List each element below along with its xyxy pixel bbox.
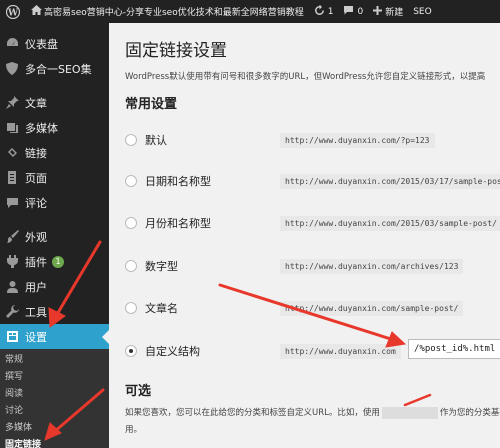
- main-content: 固定链接设置 WordPress默认使用带有问号和很多数字的URL，但WordP…: [109, 23, 500, 448]
- sidebar-item-aioseo[interactable]: 多合一SEO集: [0, 56, 109, 81]
- permalink-option-post-name[interactable]: 文章名 http://www.duyanxin.com/sample-post/: [125, 298, 500, 318]
- sidebar-item-label: 仪表盘: [25, 37, 58, 51]
- submenu-reading[interactable]: 阅读: [0, 386, 109, 403]
- radio-button[interactable]: [125, 175, 137, 187]
- option-example-url: http://www.duyanxin.com: [280, 343, 401, 359]
- option-label: 日期和名称型: [145, 175, 211, 188]
- sidebar-item-label: 多媒体: [25, 121, 58, 135]
- radio-button[interactable]: [125, 217, 137, 229]
- shield-icon: [4, 61, 20, 77]
- plus-icon: [373, 5, 383, 18]
- refresh-icon: [314, 4, 325, 19]
- link-icon: [4, 145, 20, 161]
- brush-icon: [4, 229, 20, 245]
- site-name: 高密易seo营销中心-分享专业seo优化技术和最新全网络营销教程: [44, 8, 304, 18]
- option-example-url: http://www.duyanxin.com/?p=123: [280, 132, 435, 148]
- plugin-icon: [4, 254, 20, 270]
- sidebar-item-label: 外观: [25, 230, 47, 244]
- admin-sidebar: 仪表盘 多合一SEO集 文章 多媒体 链接 页面 评论 外观 插件 1 用户 工: [0, 23, 109, 448]
- comments-count: 0: [357, 6, 364, 17]
- option-label: 数字型: [145, 260, 178, 273]
- optional-desc-part: 如果您喜欢，您可以在此给您的分类和标签自定义URL。比如，使用: [125, 408, 380, 418]
- settings-submenu: 常规 撰写 阅读 讨论 多媒体 固定链接: [0, 349, 109, 448]
- page-title: 固定链接设置: [125, 41, 227, 61]
- sidebar-item-label: 插件: [25, 255, 47, 269]
- permalink-option-day-name[interactable]: 日期和名称型 http://www.duyanxin.com/2015/03/1…: [125, 171, 500, 191]
- permalink-option-default[interactable]: 默认 http://www.duyanxin.com/?p=123: [125, 130, 500, 150]
- sidebar-item-settings[interactable]: 设置: [0, 324, 109, 349]
- option-example-url: http://www.duyanxin.com/archives/123: [280, 258, 464, 274]
- pin-icon: [4, 95, 20, 111]
- comments-link[interactable]: 0: [338, 0, 368, 23]
- option-label: 默认: [145, 134, 167, 147]
- submenu-writing[interactable]: 撰写: [0, 369, 109, 386]
- new-content-link[interactable]: 新建: [368, 0, 408, 23]
- wordpress-logo-icon[interactable]: W: [0, 0, 26, 23]
- option-label: 月份和名称型: [145, 217, 211, 230]
- page-icon: [4, 170, 20, 186]
- submenu-general[interactable]: 常规: [0, 352, 109, 369]
- sidebar-item-label: 页面: [25, 171, 47, 185]
- option-example-url: http://www.duyanxin.com/2015/03/17/sampl…: [280, 173, 500, 189]
- radio-button[interactable]: [125, 134, 137, 146]
- optional-description: 如果您喜欢，您可以在此给您的分类和标签自定义URL。比如，使用作为您的分类基础 …: [125, 405, 500, 439]
- wrench-icon: [4, 304, 20, 320]
- media-icon: [4, 120, 20, 136]
- sidebar-item-tools[interactable]: 工具: [0, 299, 109, 324]
- svg-text:W: W: [7, 8, 19, 18]
- sidebar-item-pages[interactable]: 页面: [0, 165, 109, 190]
- seo-menu-link[interactable]: SEO: [408, 0, 436, 23]
- radio-button[interactable]: [125, 260, 137, 272]
- custom-structure-input[interactable]: /%post_id%.html: [408, 339, 500, 359]
- sidebar-item-dashboard[interactable]: 仪表盘: [0, 31, 109, 56]
- updates-count: 1: [327, 6, 334, 17]
- permalink-option-numeric[interactable]: 数字型 http://www.duyanxin.com/archives/123: [125, 256, 500, 276]
- option-label: 自定义结构: [145, 345, 200, 358]
- sidebar-item-label: 文章: [25, 96, 47, 110]
- common-settings-heading: 常用设置: [125, 97, 178, 112]
- sidebar-item-comments[interactable]: 评论: [0, 190, 109, 215]
- option-label: 文章名: [145, 302, 178, 315]
- site-name-link[interactable]: 高密易seo营销中心-分享专业seo优化技术和最新全网络营销教程: [26, 0, 309, 23]
- optional-desc-part: 用。: [125, 425, 143, 435]
- sidebar-item-label: 设置: [25, 330, 47, 344]
- settings-icon: [4, 329, 20, 345]
- comment-icon: [343, 5, 354, 18]
- sidebar-item-users[interactable]: 用户: [0, 274, 109, 299]
- submenu-media[interactable]: 多媒体: [0, 420, 109, 437]
- sidebar-item-label: 评论: [25, 196, 47, 210]
- category-base-example: [381, 406, 438, 419]
- submenu-permalinks[interactable]: 固定链接: [0, 437, 109, 448]
- home-icon: [31, 5, 42, 18]
- seo-label: SEO: [413, 6, 432, 17]
- sidebar-item-plugins[interactable]: 插件 1: [0, 249, 109, 274]
- sidebar-item-label: 链接: [25, 146, 47, 160]
- intro-text: WordPress默认使用带有问号和很多数字的URL，但WordPress允许您…: [125, 72, 486, 82]
- sidebar-item-label: 工具: [25, 305, 47, 319]
- sidebar-item-posts[interactable]: 文章: [0, 90, 109, 115]
- sidebar-item-label: 用户: [25, 280, 47, 294]
- sidebar-item-media[interactable]: 多媒体: [0, 115, 109, 140]
- permalink-option-month-name[interactable]: 月份和名称型 http://www.duyanxin.com/2015/03/s…: [125, 213, 500, 233]
- user-icon: [4, 279, 20, 295]
- optional-heading: 可选: [125, 384, 152, 399]
- option-example-url: http://www.duyanxin.com/sample-post/: [280, 300, 464, 316]
- plugin-update-badge: 1: [52, 255, 64, 268]
- submenu-discussion[interactable]: 讨论: [0, 403, 109, 420]
- new-label: 新建: [385, 8, 404, 18]
- permalink-option-custom[interactable]: 自定义结构 http://www.duyanxin.com /%post_id%…: [125, 339, 500, 361]
- option-example-url: http://www.duyanxin.com/2015/03/sample-p…: [280, 215, 500, 231]
- comment-icon: [4, 195, 20, 211]
- optional-desc-part: 作为您的分类基础: [439, 408, 500, 418]
- sidebar-item-label: 多合一SEO集: [25, 62, 92, 76]
- updates-link[interactable]: 1: [309, 0, 339, 23]
- sidebar-item-links[interactable]: 链接: [0, 140, 109, 165]
- radio-button[interactable]: [125, 302, 137, 314]
- dashboard-icon: [4, 36, 20, 52]
- sidebar-item-appearance[interactable]: 外观: [0, 224, 109, 249]
- admin-bar: W 高密易seo营销中心-分享专业seo优化技术和最新全网络营销教程 1 0 新…: [0, 0, 500, 23]
- radio-button[interactable]: [125, 345, 137, 357]
